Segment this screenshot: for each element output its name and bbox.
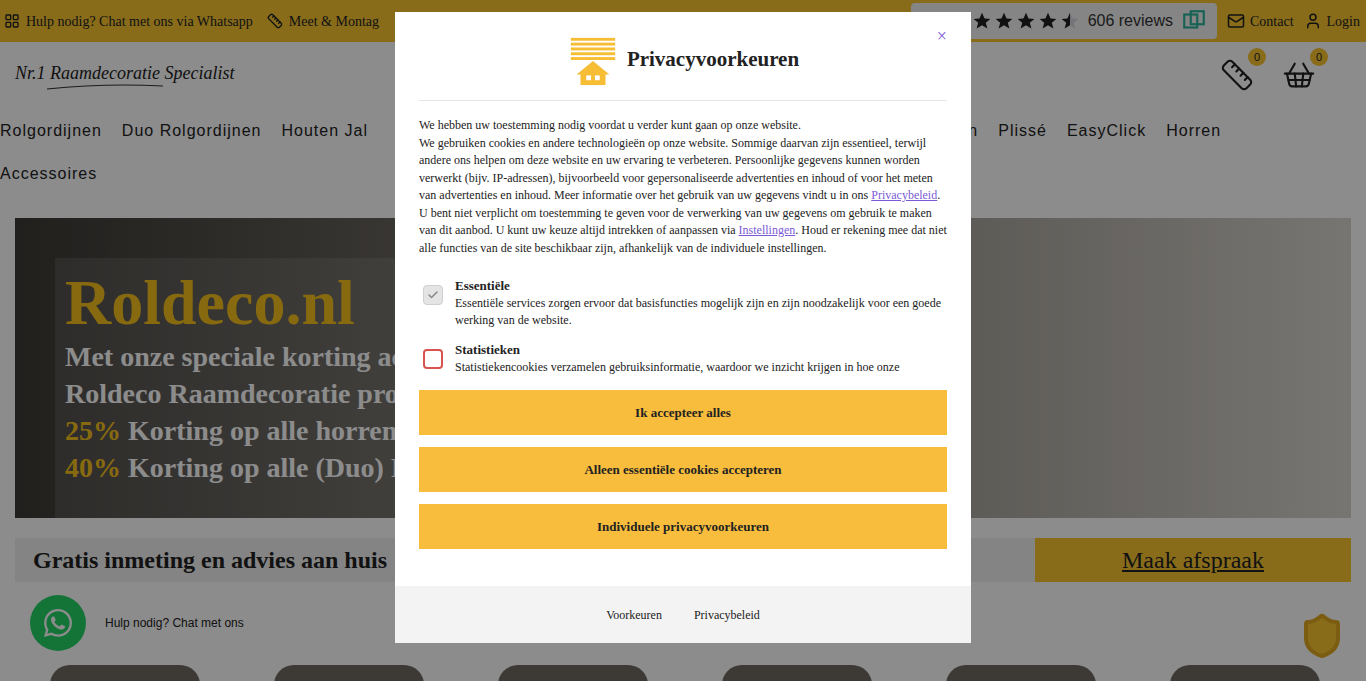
preference-row[interactable]: EssentiëleEssentiële services zorgen erv… bbox=[419, 277, 947, 329]
text-link[interactable]: Instellingen bbox=[739, 223, 796, 237]
preference-checkbox bbox=[423, 285, 443, 305]
check-icon bbox=[427, 289, 439, 301]
consent-button[interactable]: Ik accepteer alles bbox=[419, 390, 947, 435]
privacy-modal: Privacyvoorkeuren × We hebben uw toestemmi… bbox=[395, 12, 971, 643]
modal-title: Privacyvoorkeuren bbox=[627, 44, 799, 76]
text-link[interactable]: Privacybeleid bbox=[871, 188, 937, 202]
preference-list: EssentiëleEssentiële services zorgen erv… bbox=[419, 277, 947, 381]
consent-button[interactable]: Alleen essentiële cookies accepteren bbox=[419, 447, 947, 492]
preference-row[interactable]: StatistiekenStatistiekencookies verzamel… bbox=[419, 341, 947, 376]
blinds-house-logo-icon bbox=[567, 34, 619, 86]
page: Hulp nodig? Chat met ons via WhatsappMee… bbox=[0, 0, 1366, 681]
preference-checkbox[interactable] bbox=[423, 349, 443, 369]
modal-footer: Voorkeuren Privacybeleid bbox=[395, 586, 971, 643]
close-button[interactable]: × bbox=[937, 26, 947, 46]
modal-overlay: Privacyvoorkeuren × We hebben uw toestemmi… bbox=[0, 0, 1366, 681]
consent-text: We hebben uw toestemming nodig voordat u… bbox=[419, 117, 947, 257]
footer-link[interactable]: Voorkeuren bbox=[606, 606, 662, 624]
footer-link[interactable]: Privacybeleid bbox=[694, 606, 760, 624]
consent-button[interactable]: Individuele privacyvoorkeuren bbox=[419, 504, 947, 549]
